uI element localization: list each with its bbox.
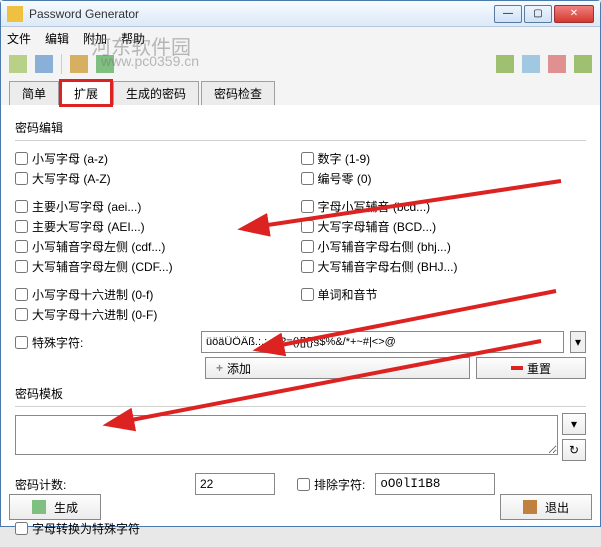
template-refresh-button[interactable]: ↻ <box>562 439 586 461</box>
group-edit-label: 密码编辑 <box>15 119 586 136</box>
chk-lowercase[interactable]: 小写字母 (a-z) <box>15 149 301 167</box>
generate-button[interactable]: 生成 <box>9 494 101 520</box>
chk-vowel-lower-box[interactable] <box>15 200 28 213</box>
chk-exclude[interactable]: 排除字符: <box>297 475 365 493</box>
special-row: 特殊字符: ▾ <box>15 331 586 353</box>
chk-cons-upper-left[interactable]: 大写辅音字母左侧 (CDF...) <box>15 257 301 275</box>
chk-cons-lower-right-box[interactable] <box>301 240 314 253</box>
chk-vowel-upper-box[interactable] <box>15 220 28 233</box>
toolbar-icon-8[interactable] <box>574 55 592 73</box>
template-input[interactable] <box>15 415 558 455</box>
close-button[interactable]: ✕ <box>554 5 594 23</box>
exclude-input[interactable] <box>375 473 495 495</box>
chk-lowercase-box[interactable] <box>15 152 28 165</box>
right-column: 数字 (1-9) 编号零 (0) 字母小写辅音 (bcd...) 大写字母辅音 … <box>301 147 587 325</box>
plus-icon: + <box>216 361 223 375</box>
chk-hex-upper-box[interactable] <box>15 308 28 321</box>
chk-cons-upper-right[interactable]: 大写辅音字母右侧 (BHJ...) <box>301 257 587 275</box>
chk-zero[interactable]: 编号零 (0) <box>301 169 587 187</box>
chk-cons-lower-right[interactable]: 小写辅音字母右侧 (bhj...) <box>301 237 587 255</box>
tab-extended[interactable]: 扩展 <box>61 81 111 105</box>
chk-alpha-upper-cons-box[interactable] <box>301 220 314 233</box>
chk-special[interactable]: 特殊字符: <box>15 333 195 351</box>
add-reset-row: +添加 重置 <box>15 357 586 379</box>
checkbox-columns: 小写字母 (a-z) 大写字母 (A-Z) 主要小写字母 (aei...) 主要… <box>15 147 586 325</box>
chk-alpha-upper-cons[interactable]: 大写字母辅音 (BCD...) <box>301 217 587 235</box>
menu-file[interactable]: 文件 <box>7 30 31 47</box>
toolbar-icon-3[interactable] <box>70 55 88 73</box>
chk-hex-lower[interactable]: 小写字母十六进制 (0-f) <box>15 285 301 303</box>
chk-cons-lower-left[interactable]: 小写辅音字母左侧 (cdf...) <box>15 237 301 255</box>
add-button[interactable]: +添加 <box>205 357 470 379</box>
group-template-label: 密码模板 <box>15 385 586 402</box>
app-icon <box>7 6 23 22</box>
chk-to-special[interactable]: 字母转换为特殊字符 <box>15 519 586 537</box>
chk-digits-box[interactable] <box>301 152 314 165</box>
menu-edit[interactable]: 编辑 <box>45 30 69 47</box>
toolbar-icon-6[interactable] <box>522 55 540 73</box>
divider-1 <box>15 140 586 141</box>
toolbar <box>1 49 600 79</box>
exit-button[interactable]: 退出 <box>500 494 592 520</box>
chk-cons-upper-left-box[interactable] <box>15 260 28 273</box>
template-side-icons: ▾ ↻ <box>562 413 586 461</box>
chk-vowel-lower[interactable]: 主要小写字母 (aei...) <box>15 197 301 215</box>
tab-check[interactable]: 密码检查 <box>201 81 275 105</box>
generate-icon <box>32 500 46 514</box>
chk-words-box[interactable] <box>301 288 314 301</box>
special-dropdown-icon[interactable]: ▾ <box>570 331 586 353</box>
chk-zero-box[interactable] <box>301 172 314 185</box>
left-column: 小写字母 (a-z) 大写字母 (A-Z) 主要小写字母 (aei...) 主要… <box>15 147 301 325</box>
toolbar-icon-4[interactable] <box>96 55 114 73</box>
toolbar-icon-5[interactable] <box>496 55 514 73</box>
template-wrap: ▾ ↻ <box>15 413 586 461</box>
titlebar: Password Generator — ▢ ✕ <box>1 1 600 27</box>
special-chars-input[interactable] <box>201 331 564 353</box>
chk-hex-lower-box[interactable] <box>15 288 28 301</box>
maximize-button[interactable]: ▢ <box>524 5 552 23</box>
minimize-button[interactable]: — <box>494 5 522 23</box>
divider-2 <box>15 406 586 407</box>
count-label: 密码计数: <box>15 476 185 493</box>
chk-words[interactable]: 单词和音节 <box>301 285 587 303</box>
chk-to-special-box[interactable] <box>15 522 28 535</box>
menubar: 文件 编辑 附加 帮助 <box>1 27 600 49</box>
menu-help[interactable]: 帮助 <box>121 30 145 47</box>
chk-uppercase-box[interactable] <box>15 172 28 185</box>
content-panel: 密码编辑 小写字母 (a-z) 大写字母 (A-Z) 主要小写字母 (aei..… <box>1 105 600 547</box>
bottom-bar: 生成 退出 <box>9 494 592 520</box>
chk-special-box[interactable] <box>15 336 28 349</box>
toolbar-icon-2[interactable] <box>35 55 53 73</box>
window-title: Password Generator <box>29 7 494 21</box>
chk-cons-upper-right-box[interactable] <box>301 260 314 273</box>
chk-hex-upper[interactable]: 大写字母十六进制 (0-F) <box>15 305 301 323</box>
menu-add[interactable]: 附加 <box>83 30 107 47</box>
chk-vowel-upper[interactable]: 主要大写字母 (AEI...) <box>15 217 301 235</box>
reset-button[interactable]: 重置 <box>476 357 586 379</box>
chk-alpha-lower-cons-box[interactable] <box>301 200 314 213</box>
chk-cons-lower-left-box[interactable] <box>15 240 28 253</box>
toolbar-icon-1[interactable] <box>9 55 27 73</box>
toolbar-separator <box>61 54 62 74</box>
chk-digits[interactable]: 数字 (1-9) <box>301 149 587 167</box>
tab-simple[interactable]: 简单 <box>9 81 59 105</box>
toolbar-icon-7[interactable] <box>548 55 566 73</box>
minus-icon <box>511 366 523 370</box>
tabs: 简单 扩展 生成的密码 密码检查 <box>1 79 600 105</box>
tab-generated[interactable]: 生成的密码 <box>113 81 199 105</box>
count-row: 密码计数: 排除字符: <box>15 473 586 495</box>
exit-icon <box>523 500 537 514</box>
app-window: Password Generator — ▢ ✕ 文件 编辑 附加 帮助 河东软… <box>0 0 601 527</box>
window-controls: — ▢ ✕ <box>494 5 594 23</box>
count-input[interactable] <box>195 473 275 495</box>
chk-uppercase[interactable]: 大写字母 (A-Z) <box>15 169 301 187</box>
chk-alpha-lower-cons[interactable]: 字母小写辅音 (bcd...) <box>301 197 587 215</box>
chk-exclude-box[interactable] <box>297 478 310 491</box>
template-dropdown-button[interactable]: ▾ <box>562 413 586 435</box>
